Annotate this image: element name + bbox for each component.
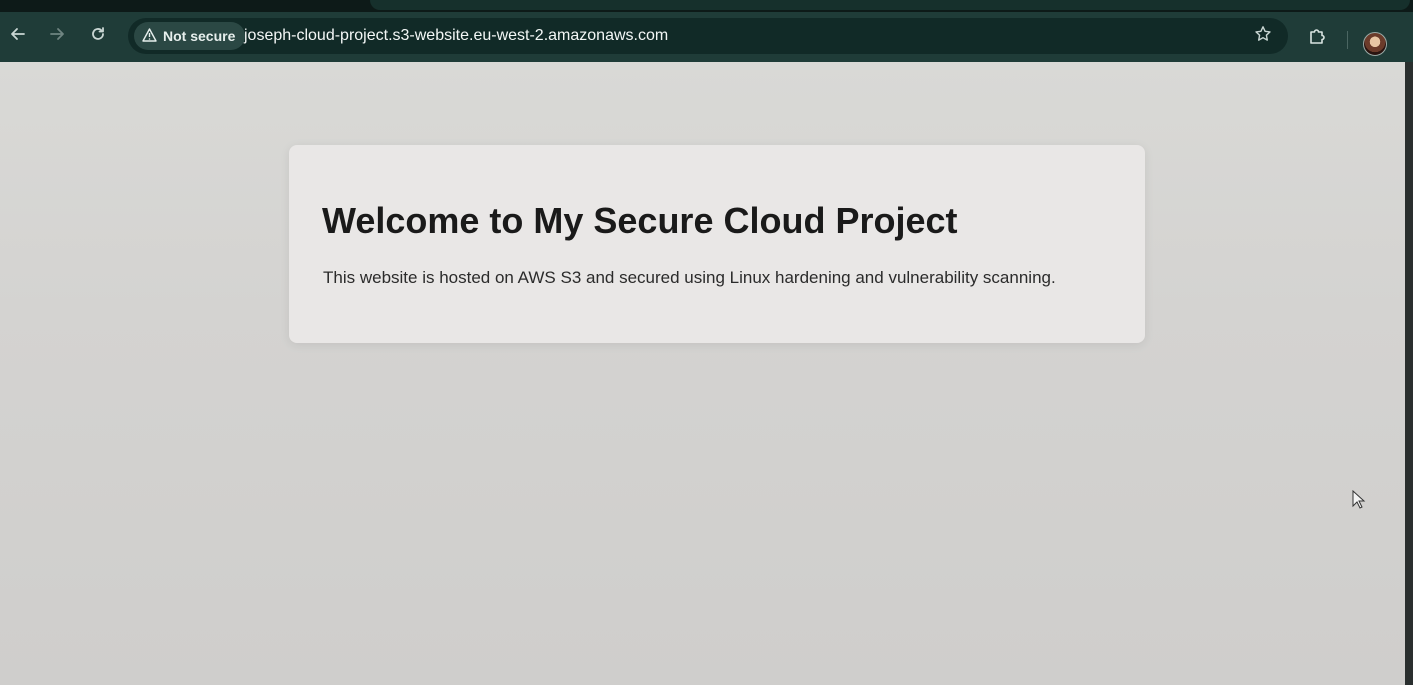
address-bar[interactable]: Not secure joseph-cloud-project.s3-websi…: [128, 18, 1288, 54]
toolbar-divider: [1347, 31, 1348, 49]
forward-button[interactable]: [42, 19, 72, 49]
window-edge: [1405, 62, 1413, 685]
warning-icon: [142, 27, 157, 45]
reload-icon: [92, 27, 104, 40]
extensions-button[interactable]: [1302, 21, 1332, 51]
avatar[interactable]: [1363, 32, 1387, 56]
page-description: This website is hosted on AWS S3 and sec…: [323, 268, 1056, 287]
security-chip[interactable]: Not secure: [134, 22, 246, 50]
back-button[interactable]: [3, 19, 33, 49]
page-viewport: Welcome to My Secure Cloud Project This …: [0, 62, 1405, 685]
mouse-cursor-icon: [1352, 490, 1366, 509]
arrow-right-icon: [50, 28, 64, 40]
reload-button[interactable]: [83, 19, 113, 49]
active-tab-edge: [370, 0, 1410, 10]
content-card: Welcome to My Secure Cloud Project This …: [289, 145, 1145, 343]
browser-toolbar: Not secure joseph-cloud-project.s3-websi…: [0, 12, 1413, 62]
puzzle-icon: [1310, 29, 1325, 44]
star-icon[interactable]: [1254, 25, 1272, 49]
url-text[interactable]: joseph-cloud-project.s3-website.eu-west-…: [244, 27, 668, 45]
security-label: Not secure: [163, 28, 236, 44]
arrow-left-icon: [11, 28, 25, 40]
page-title: Welcome to My Secure Cloud Project: [322, 200, 958, 241]
